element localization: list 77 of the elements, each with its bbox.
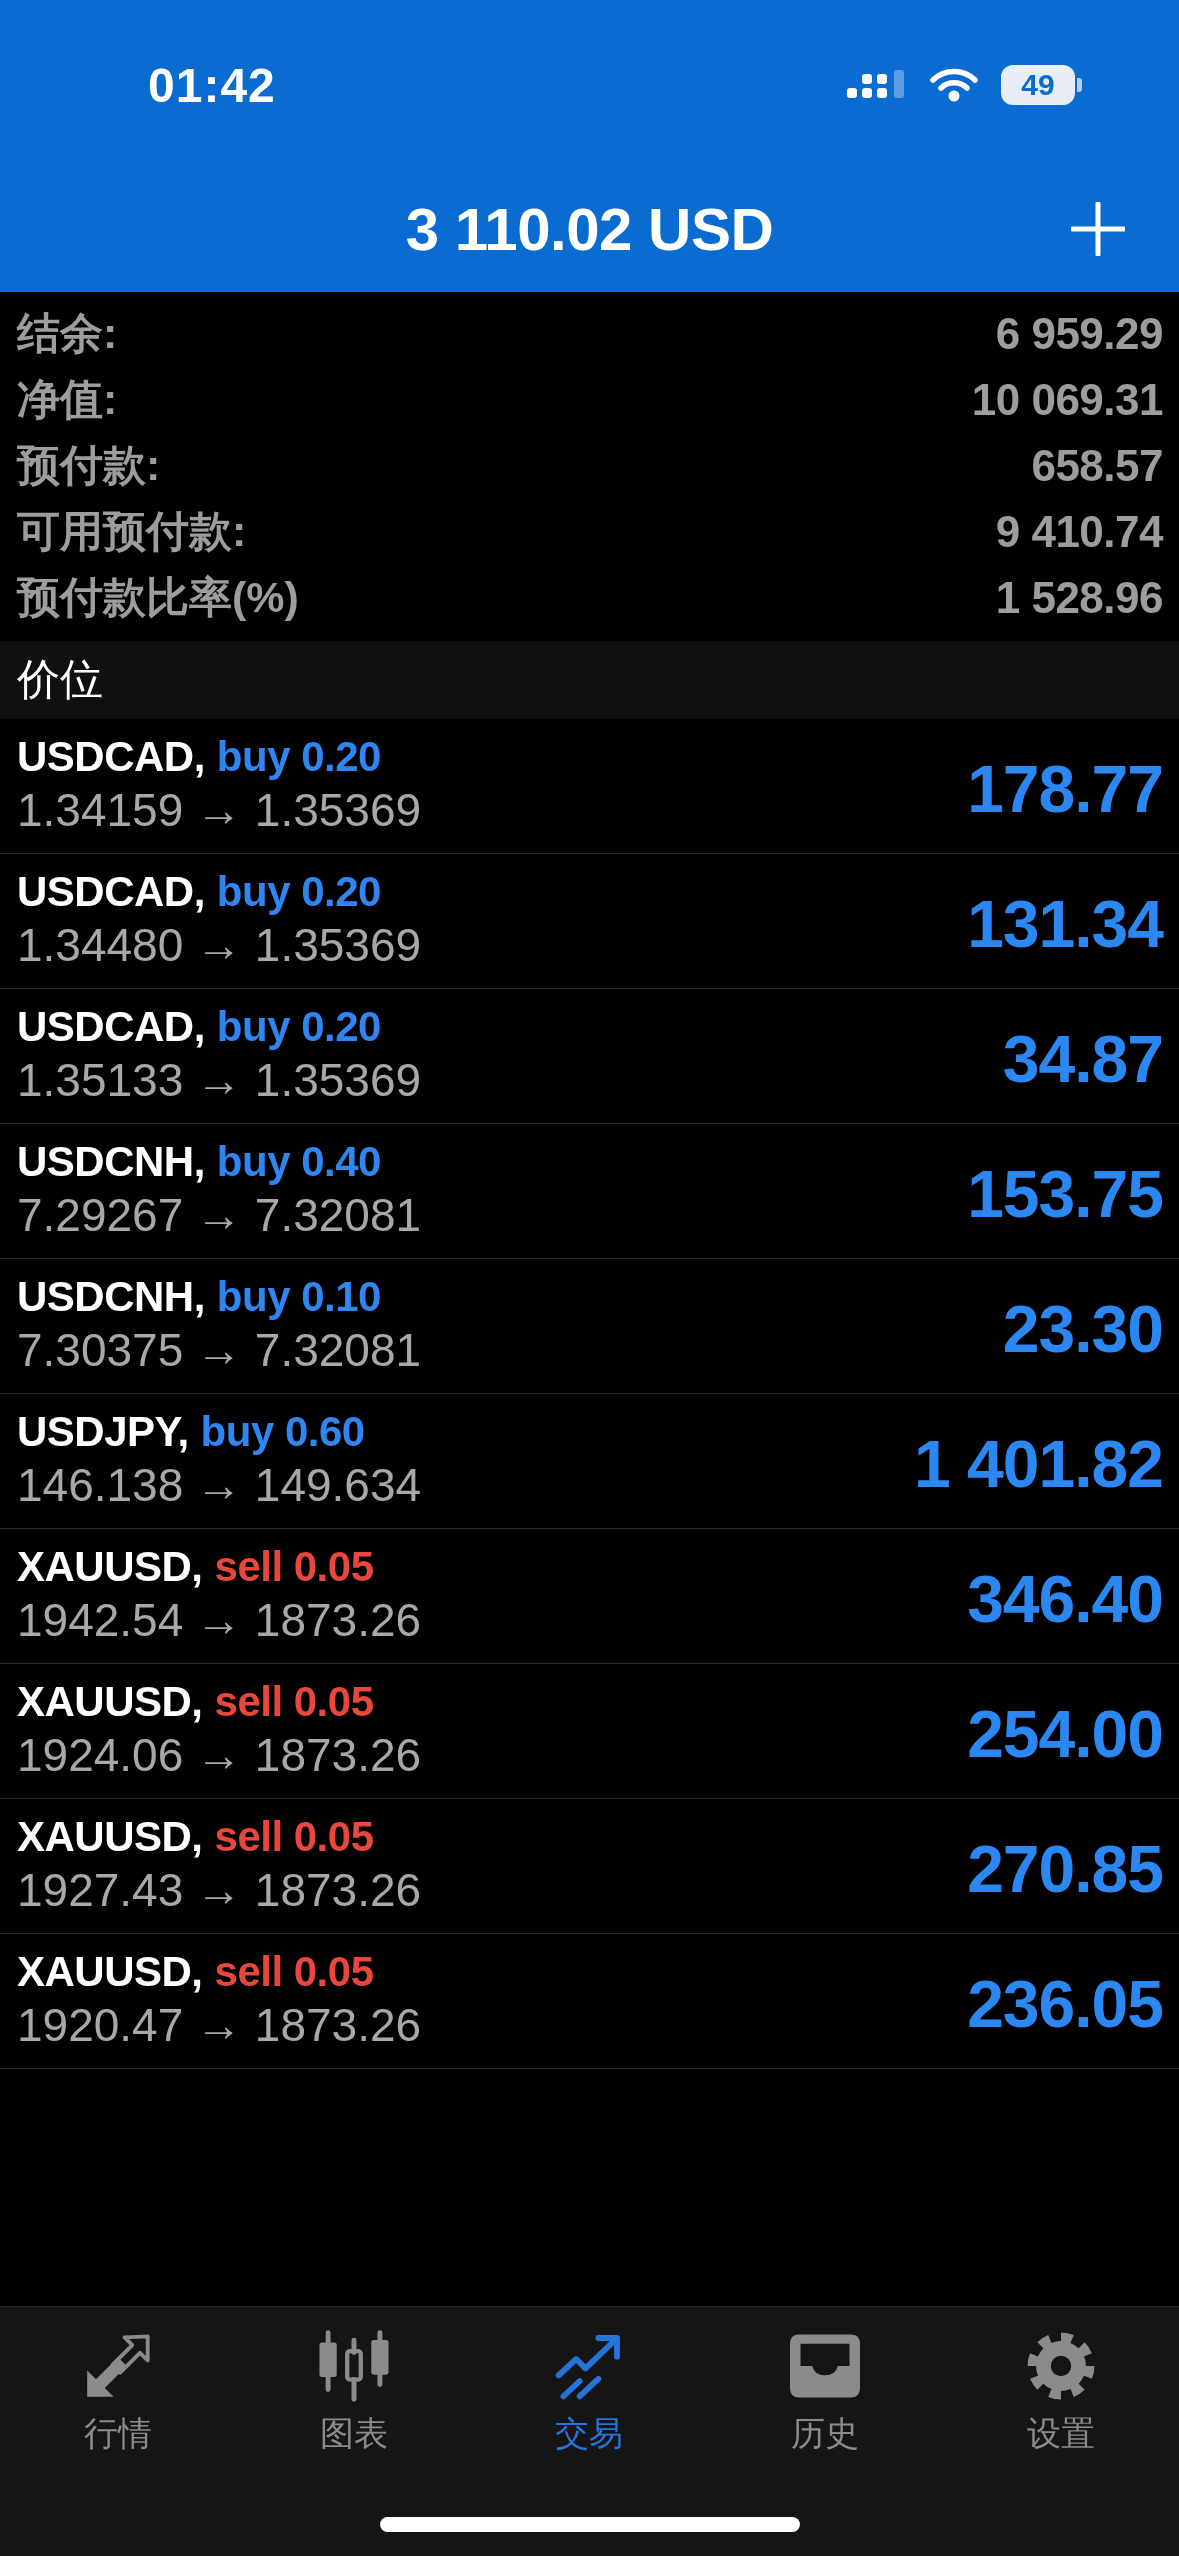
- symbol-label: XAUUSD,: [17, 1676, 203, 1727]
- symbol-label: USDCNH,: [17, 1136, 205, 1187]
- position-row[interactable]: XAUUSD, sell 0.05 1942.54 → 1873.26 346.40: [0, 1529, 1179, 1664]
- status-time: 01:42: [148, 57, 276, 113]
- profit-value: 153.75: [967, 1156, 1163, 1232]
- order-label: buy 0.60: [200, 1406, 365, 1457]
- order-label: buy 0.20: [216, 866, 381, 917]
- price-range: 7.30375 → 7.32081: [17, 1323, 422, 1376]
- position-row[interactable]: XAUUSD, sell 0.05 1927.43 → 1873.26 270.85: [0, 1799, 1179, 1934]
- signal-icon: [847, 70, 907, 100]
- tab-item[interactable]: 设置: [943, 2307, 1179, 2477]
- profit-value: 270.85: [967, 1831, 1163, 1907]
- position-row[interactable]: USDCNH, buy 0.10 7.30375 → 7.32081 23.30: [0, 1259, 1179, 1394]
- order-label: sell 0.05: [214, 1676, 374, 1727]
- summary-label: 预付款比率(%): [17, 572, 299, 623]
- position-row[interactable]: XAUUSD, sell 0.05 1924.06 → 1873.26 254.00: [0, 1664, 1179, 1799]
- profit-value: 131.34: [967, 886, 1163, 962]
- symbol-label: XAUUSD,: [17, 1946, 203, 1997]
- account-balance: 3 110.02 USD: [405, 194, 774, 264]
- price-range: 1920.47 → 1873.26: [17, 1998, 422, 2051]
- profit-value: 1 401.82: [914, 1426, 1163, 1502]
- profit-value: 34.87: [1002, 1021, 1163, 1097]
- summary-value: 10 069.31: [971, 375, 1163, 425]
- order-label: buy 0.20: [216, 1001, 381, 1052]
- summary-value: 658.57: [1031, 441, 1163, 491]
- gear-icon: [1027, 2332, 1096, 2400]
- position-row[interactable]: USDCAD, buy 0.20 1.34480 → 1.35369 131.34: [0, 854, 1179, 989]
- summary-label: 结余:: [17, 308, 118, 359]
- summary-label: 预付款:: [17, 440, 161, 491]
- symbol-label: USDCAD,: [17, 1001, 205, 1052]
- plus-icon: [1071, 202, 1125, 256]
- price-range: 1924.06 → 1873.26: [17, 1728, 422, 1781]
- summary-value: 1 528.96: [995, 573, 1163, 623]
- symbol-label: XAUUSD,: [17, 1811, 203, 1862]
- symbol-label: USDCAD,: [17, 866, 205, 917]
- candlestick-icon: [316, 2330, 391, 2402]
- profit-value: 254.00: [967, 1696, 1163, 1772]
- tab-item[interactable]: 图表: [235, 2307, 472, 2477]
- add-button[interactable]: [1071, 202, 1125, 256]
- wifi-icon: [929, 67, 979, 103]
- order-label: sell 0.05: [214, 1946, 374, 1997]
- price-range: 1.34480 → 1.35369: [17, 918, 422, 971]
- price-range: 7.29267 → 7.32081: [17, 1188, 422, 1241]
- symbol-label: USDJPY,: [17, 1406, 189, 1457]
- profit-value: 23.30: [1002, 1291, 1163, 1367]
- order-label: buy 0.40: [216, 1136, 381, 1187]
- section-title: 价位: [17, 654, 103, 705]
- diagonal-arrows-icon: [84, 2333, 151, 2399]
- position-row[interactable]: USDJPY, buy 0.60 146.138 → 149.634 1 401.82: [0, 1394, 1179, 1529]
- order-label: buy 0.20: [216, 731, 381, 782]
- price-range: 1.35133 → 1.35369: [17, 1053, 422, 1106]
- order-label: sell 0.05: [214, 1811, 374, 1862]
- summary-value: 6 959.29: [995, 309, 1163, 359]
- inbox-tray-icon: [790, 2334, 861, 2398]
- position-row[interactable]: USDCNH, buy 0.40 7.29267 → 7.32081 153.75: [0, 1124, 1179, 1259]
- battery-indicator: 49: [1001, 65, 1082, 105]
- price-range: 1.34159 → 1.35369: [17, 783, 422, 836]
- symbol-label: USDCAD,: [17, 731, 205, 782]
- profit-value: 236.05: [967, 1966, 1163, 2042]
- summary-label: 可用预付款:: [17, 506, 247, 557]
- summary-value: 9 410.74: [995, 507, 1163, 557]
- position-row[interactable]: XAUUSD, sell 0.05 1920.47 → 1873.26 236.05: [0, 1934, 1179, 2069]
- order-label: buy 0.10: [216, 1271, 381, 1322]
- tab-item[interactable]: 历史: [707, 2307, 944, 2477]
- order-label: sell 0.05: [214, 1541, 374, 1592]
- profit-value: 346.40: [967, 1561, 1163, 1637]
- symbol-label: XAUUSD,: [17, 1541, 203, 1592]
- position-row[interactable]: USDCAD, buy 0.20 1.34159 → 1.35369 178.77: [0, 719, 1179, 854]
- tab-item[interactable]: 交易: [471, 2307, 708, 2477]
- price-range: 1942.54 → 1873.26: [17, 1593, 422, 1646]
- symbol-label: USDCNH,: [17, 1271, 205, 1322]
- tab-item[interactable]: 行情: [0, 2307, 236, 2477]
- summary-label: 净值:: [17, 374, 118, 425]
- position-row[interactable]: USDCAD, buy 0.20 1.35133 → 1.35369 34.87: [0, 989, 1179, 1124]
- price-range: 1927.43 → 1873.26: [17, 1863, 422, 1916]
- price-range: 146.138 → 149.634: [17, 1458, 422, 1511]
- profit-value: 178.77: [967, 751, 1163, 827]
